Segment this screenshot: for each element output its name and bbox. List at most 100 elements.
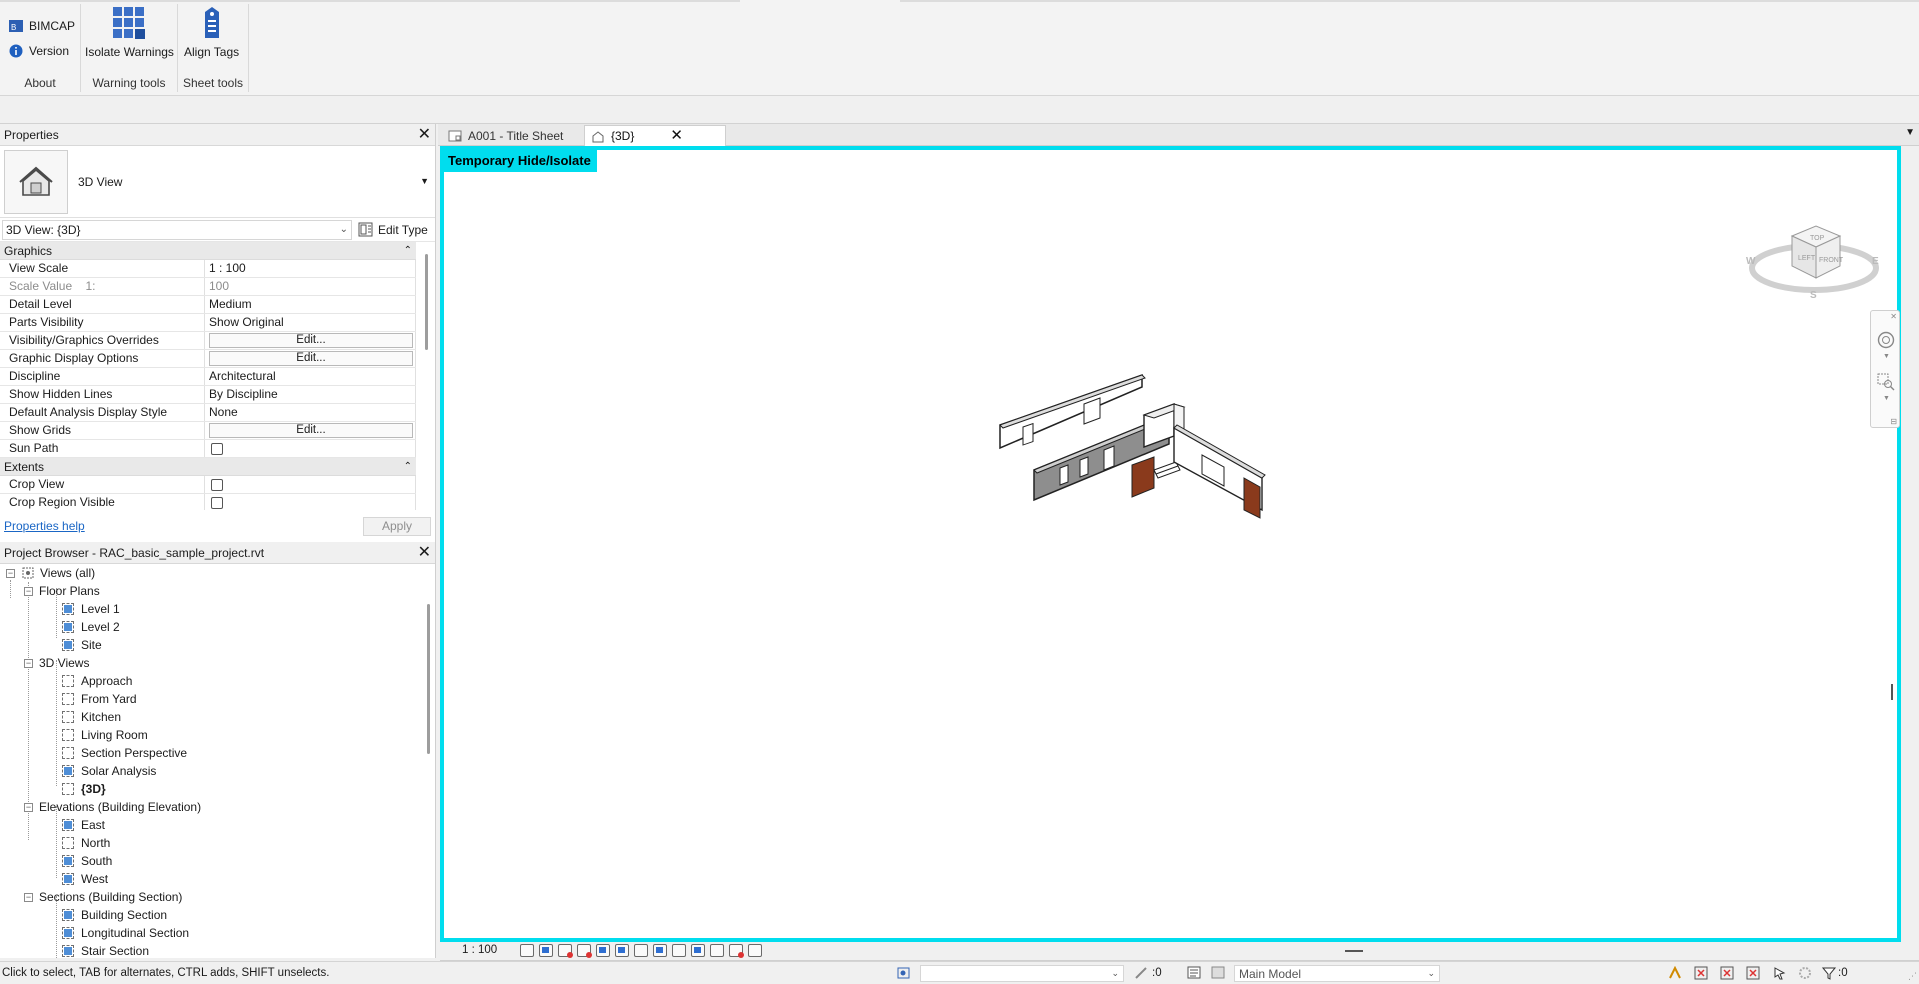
- collapse-toggle[interactable]: −: [24, 658, 33, 668]
- chevron-down-icon[interactable]: ▼: [1883, 395, 1890, 402]
- align-tags-button[interactable]: Align Tags: [184, 6, 239, 59]
- tree-item[interactable]: From Yard: [62, 690, 137, 708]
- detail-level-icon[interactable]: [520, 944, 534, 957]
- view-scale[interactable]: 1 : 100: [462, 944, 497, 956]
- render-icon[interactable]: [596, 944, 610, 957]
- prop-row-parts-visibility[interactable]: Parts Visibility Show Original: [0, 314, 416, 332]
- prop-value[interactable]: Medium: [205, 296, 416, 313]
- viewcube-front[interactable]: FRONT: [1819, 257, 1844, 264]
- tree-group-floor-plans[interactable]: − Floor Plans: [24, 582, 100, 600]
- tab-3d[interactable]: {3D} ✕: [584, 125, 726, 146]
- tree-item[interactable]: Stair Section: [62, 942, 149, 958]
- compass-west[interactable]: W: [1746, 256, 1756, 267]
- viewcube-top[interactable]: TOP: [1810, 235, 1825, 242]
- tree-item[interactable]: East: [62, 816, 105, 834]
- tree-item[interactable]: Level 1: [62, 600, 120, 618]
- prop-row-detail-level[interactable]: Detail Level Medium: [0, 296, 416, 314]
- worksets-icon[interactable]: [896, 966, 911, 980]
- tree-item[interactable]: Section Perspective: [62, 744, 187, 762]
- type-selector[interactable]: 3D View ▼: [0, 146, 435, 218]
- chevron-down-icon[interactable]: ▼: [420, 176, 429, 186]
- crop-view-checkbox[interactable]: [211, 479, 223, 491]
- scrollbar-thumb[interactable]: [425, 254, 428, 350]
- resize-icon[interactable]: ⊟: [1890, 417, 1897, 426]
- collapse-toggle[interactable]: −: [24, 892, 33, 902]
- editing-requests-icon[interactable]: [1134, 966, 1149, 980]
- version-button[interactable]: Version: [8, 43, 69, 59]
- crop-view-icon[interactable]: [615, 944, 629, 957]
- filter-icon[interactable]: [1822, 966, 1837, 980]
- collapse-toggle[interactable]: −: [24, 802, 33, 812]
- background-process-icon[interactable]: [1798, 966, 1813, 980]
- group-extents[interactable]: Extents ⌃: [0, 458, 416, 476]
- tree-item[interactable]: Solar Analysis: [62, 762, 156, 780]
- crop-region-checkbox[interactable]: [211, 497, 223, 509]
- highlight-displacement-icon[interactable]: [729, 944, 744, 958]
- visual-style-icon[interactable]: [539, 944, 553, 957]
- properties-scrollbar[interactable]: [424, 242, 430, 510]
- tree-item[interactable]: Living Room: [62, 726, 148, 744]
- sun-path-icon[interactable]: [558, 944, 573, 958]
- workset-combo[interactable]: ⌄: [920, 965, 1124, 982]
- chevron-down-icon[interactable]: ▼: [1905, 127, 1915, 138]
- browser-scrollbar-thumb[interactable]: [427, 604, 430, 754]
- tree-item[interactable]: Level 2: [62, 618, 120, 636]
- isolate-warnings-button[interactable]: Isolate Warnings: [85, 6, 174, 59]
- tree-group-elevations[interactable]: − Elevations (Building Elevation): [24, 798, 201, 816]
- close-icon[interactable]: ✕: [418, 544, 431, 560]
- prop-value[interactable]: Show Original: [205, 314, 416, 331]
- tree-item[interactable]: Building Section: [62, 906, 167, 924]
- crop-region-icon[interactable]: [634, 944, 648, 957]
- compass-east[interactable]: E: [1872, 256, 1879, 267]
- tree-item[interactable]: Approach: [62, 672, 132, 690]
- prop-value[interactable]: 1 : 100: [205, 260, 416, 277]
- bimcap-button[interactable]: B BIMCAP: [8, 18, 75, 34]
- prop-row-hidden-lines[interactable]: Show Hidden Lines By Discipline: [0, 386, 416, 404]
- tree-item[interactable]: North: [62, 834, 110, 852]
- collapse-icon[interactable]: ⌃: [404, 461, 412, 472]
- tree-item[interactable]: Longitudinal Section: [62, 924, 189, 942]
- close-icon[interactable]: ✕: [418, 126, 431, 142]
- main-model-combo[interactable]: Main Model ⌄: [1234, 965, 1440, 982]
- sun-path-checkbox[interactable]: [211, 443, 223, 455]
- collapse-toggle[interactable]: −: [24, 586, 33, 596]
- reveal-hidden-icon[interactable]: [691, 944, 705, 957]
- lock-view-icon[interactable]: [653, 944, 667, 957]
- select-pinned-icon[interactable]: [1720, 966, 1735, 980]
- reveal-constraints-icon[interactable]: [748, 944, 762, 957]
- apply-button[interactable]: Apply: [363, 516, 431, 536]
- resize-handle[interactable]: [1891, 684, 1893, 700]
- tab-title-sheet[interactable]: A001 - Title Sheet: [442, 125, 569, 146]
- viewcube[interactable]: TOP LEFT FRONT W E S: [1744, 200, 1884, 310]
- tree-group-sections[interactable]: − Sections (Building Section): [24, 888, 182, 906]
- prop-row-discipline[interactable]: Discipline Architectural: [0, 368, 416, 386]
- tree-group-3d-views[interactable]: − 3D Views: [24, 654, 89, 672]
- edit-type-button[interactable]: Edit Type: [358, 222, 428, 238]
- temporary-hide-icon[interactable]: [672, 944, 686, 957]
- chevron-down-icon[interactable]: ▼: [1883, 353, 1890, 360]
- close-icon[interactable]: ✕: [1890, 312, 1897, 321]
- edit-button[interactable]: Edit...: [209, 333, 413, 348]
- steering-wheel-icon[interactable]: [1877, 331, 1895, 349]
- resize-handle[interactable]: [1345, 950, 1363, 952]
- prop-value[interactable]: By Discipline: [205, 386, 416, 403]
- tree-item[interactable]: Site: [62, 636, 102, 654]
- tree-item[interactable]: Kitchen: [62, 708, 121, 726]
- select-underlay-icon[interactable]: [1694, 966, 1709, 980]
- properties-help-link[interactable]: Properties help: [4, 519, 85, 533]
- tree-item[interactable]: South: [62, 852, 112, 870]
- drag-elements-icon[interactable]: [1772, 966, 1787, 980]
- edit-button[interactable]: Edit...: [209, 423, 413, 438]
- tree-item[interactable]: West: [62, 870, 108, 888]
- prop-row-analysis-style[interactable]: Default Analysis Display Style None: [0, 404, 416, 422]
- collapse-icon[interactable]: ⌃: [404, 245, 412, 256]
- close-icon[interactable]: ✕: [670, 128, 683, 143]
- design-option-set-icon[interactable]: [1211, 966, 1226, 980]
- viewcube-left[interactable]: LEFT: [1798, 255, 1816, 262]
- prop-row-view-scale[interactable]: View Scale 1 : 100: [0, 260, 416, 278]
- resize-grip-icon[interactable]: ⋰: [1908, 971, 1917, 982]
- edit-button[interactable]: Edit...: [209, 351, 413, 366]
- prop-value[interactable]: Architectural: [205, 368, 416, 385]
- design-options-icon[interactable]: [1187, 966, 1202, 980]
- compass-south[interactable]: S: [1810, 290, 1817, 301]
